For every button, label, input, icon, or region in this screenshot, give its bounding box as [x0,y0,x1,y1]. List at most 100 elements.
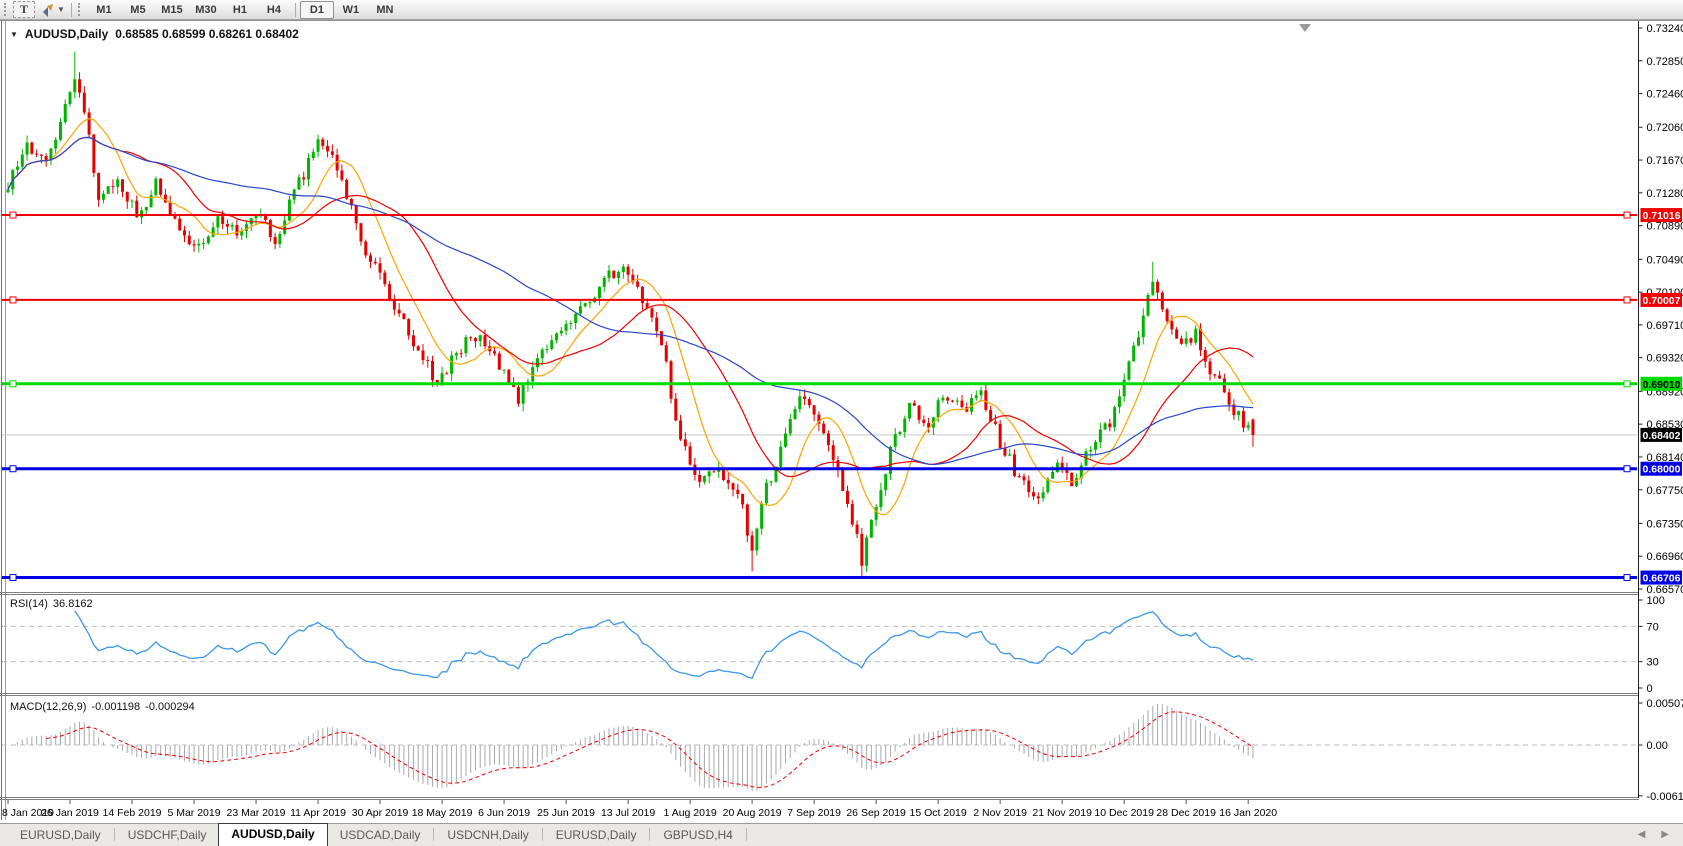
toolbar-drag-handle[interactable] [78,3,83,16]
toolbar-separator [71,3,72,17]
chart-tab-usdchf-daily[interactable]: USDCHF,Daily [116,825,219,846]
date-label: 7 Sep 2019 [787,807,841,819]
toolbar-drag-handle[interactable] [4,3,9,16]
rsi-tick: 100 [1647,595,1665,607]
price-tick: 0.72850 [1647,56,1683,68]
date-label: 13 Jul 2019 [601,807,655,819]
price-tick: 0.72060 [1647,122,1683,134]
chart-tab-eurusd-daily[interactable]: EURUSD,Daily [544,825,649,846]
date-label: 20 Aug 2019 [723,807,782,819]
price-tick: 0.66960 [1647,551,1683,563]
price-tick: 0.67750 [1647,485,1683,497]
date-label: 23 Mar 2019 [227,807,286,819]
chart-canvas[interactable]: 0.73240 0.72850 0.72460 0.72060 0.71670 0.712… [0,0,1683,846]
svg-text:0.70007: 0.70007 [1643,295,1681,307]
hline-handle[interactable] [1624,575,1630,581]
toolbar-separator [295,3,296,17]
price-tick: 0.69710 [1647,320,1683,332]
timeframe-button-m1[interactable]: M1 [87,1,121,19]
candles-layer [7,52,1255,578]
timeframe-button-d1[interactable]: D1 [300,1,334,19]
price-tick: 0.73240 [1647,23,1683,35]
tab-scroll-right-button[interactable]: ▶ [1661,829,1669,840]
rsi-line [75,611,1253,678]
date-label: 6 Jun 2019 [478,807,530,819]
arrows-tool-button[interactable]: ▼ [41,3,65,17]
chart-ohlc-values: 0.68585 0.68599 0.68261 0.68402 [115,27,299,41]
hline-handle[interactable] [10,575,16,581]
ma-line-25[interactable] [8,137,1253,476]
date-label: 30 Apr 2019 [352,807,409,819]
rsi-value: 36.8162 [53,598,93,610]
timeframe-button-m15[interactable]: M15 [155,1,189,19]
hline-handle[interactable] [1624,466,1630,472]
tab-separator [433,828,434,841]
date-label: 15 Oct 2019 [910,807,967,819]
macd-main-value: -0.001198 [91,701,140,713]
rsi-label: RSI(14) 36.8162 [10,598,93,610]
price-tick: 0.71280 [1647,188,1683,200]
macd-tick: -0.006148 [1647,791,1683,803]
chart-tab-audusd-daily[interactable]: AUDUSD,Daily [218,823,327,846]
date-label: 28 Dec 2019 [1156,807,1216,819]
tab-separator [542,828,543,841]
timeframe-button-mn[interactable]: MN [368,1,402,19]
date-label: 14 Feb 2019 [103,807,162,819]
chart-tabs: EURUSD,DailyUSDCHF,DailyAUDUSD,DailyUSDC… [8,823,748,846]
chart-shift-marker[interactable] [1299,24,1311,32]
svg-text:0.66706: 0.66706 [1643,573,1681,585]
chevron-down-icon: ▼ [57,5,65,14]
hline-handle[interactable] [10,212,16,218]
timeframe-button-m30[interactable]: M30 [189,1,223,19]
date-label: 18 May 2019 [412,807,473,819]
macd-tick: 0.005076 [1647,698,1683,710]
price-tick: 0.72460 [1647,89,1683,101]
chart-tab-usdcnh-daily[interactable]: USDCNH,Daily [435,825,540,846]
tab-scroll-arrows: ◀ ▶ [1624,829,1683,846]
chart-tab-gbpusd-h4[interactable]: GBPUSD,H4 [651,825,744,846]
rsi-panel[interactable] [2,611,1639,678]
macd-tick: 0.00 [1647,740,1668,752]
timeframe-button-h4[interactable]: H4 [257,1,291,19]
timeframe-button-w1[interactable]: W1 [334,1,368,19]
tab-scroll-left-button[interactable]: ◀ [1638,829,1646,840]
ma-line-10[interactable] [8,119,1253,515]
date-label: 26 Jan 2019 [41,807,99,819]
ma-line-55[interactable] [8,137,1253,464]
toolbar: T ▼ M1M5M15M30H1H4 D1W1MN [0,0,1683,20]
date-label: 10 Dec 2019 [1094,807,1154,819]
hline-handle[interactable] [1624,381,1630,387]
macd-signal-value: -0.000294 [145,701,195,713]
hline-handle[interactable] [10,466,16,472]
chart-symbol-label: AUDUSD,Daily [25,27,108,41]
date-label: 25 Jun 2019 [537,807,595,819]
date-label: 5 Mar 2019 [167,807,220,819]
hline-handle[interactable] [1624,297,1630,303]
chart-title: ▼ AUDUSD,Daily 0.68585 0.68599 0.68261 0… [10,27,299,41]
macd-panel[interactable] [2,704,1639,791]
price-tick: 0.70490 [1647,254,1683,266]
trading-terminal-window: T ▼ M1M5M15M30H1H4D1W1MN 0.732400.728500… [0,0,1683,846]
svg-text:0.68402: 0.68402 [1643,430,1681,442]
hline-handle[interactable] [10,297,16,303]
macd-name: MACD(12,26,9) [10,701,86,713]
hline-handle[interactable] [1624,212,1630,218]
timeframe-button-h1[interactable]: H1 [223,1,257,19]
main-chart-area[interactable] [2,52,1639,581]
timeframe-button-m5[interactable]: M5 [121,1,155,19]
chart-tab-usdcad-daily[interactable]: USDCAD,Daily [328,825,433,846]
rsi-name: RSI(14) [10,598,48,610]
window-menu-icon[interactable]: ▼ [10,30,18,39]
date-label: 2 Nov 2019 [973,807,1027,819]
chart-tab-eurusd-daily[interactable]: EURUSD,Daily [8,825,113,846]
price-tick: 0.71670 [1647,155,1683,167]
tab-separator [746,828,747,841]
hline-handle[interactable] [10,381,16,387]
text-tool-button[interactable]: T [13,1,35,18]
price-tick: 0.69320 [1647,353,1683,365]
macd-histogram [18,704,1253,791]
svg-text:0.69010: 0.69010 [1643,379,1681,391]
date-label: 16 Jan 2020 [1219,807,1277,819]
date-label: 1 Aug 2019 [664,807,717,819]
rsi-tick: 30 [1647,657,1659,669]
